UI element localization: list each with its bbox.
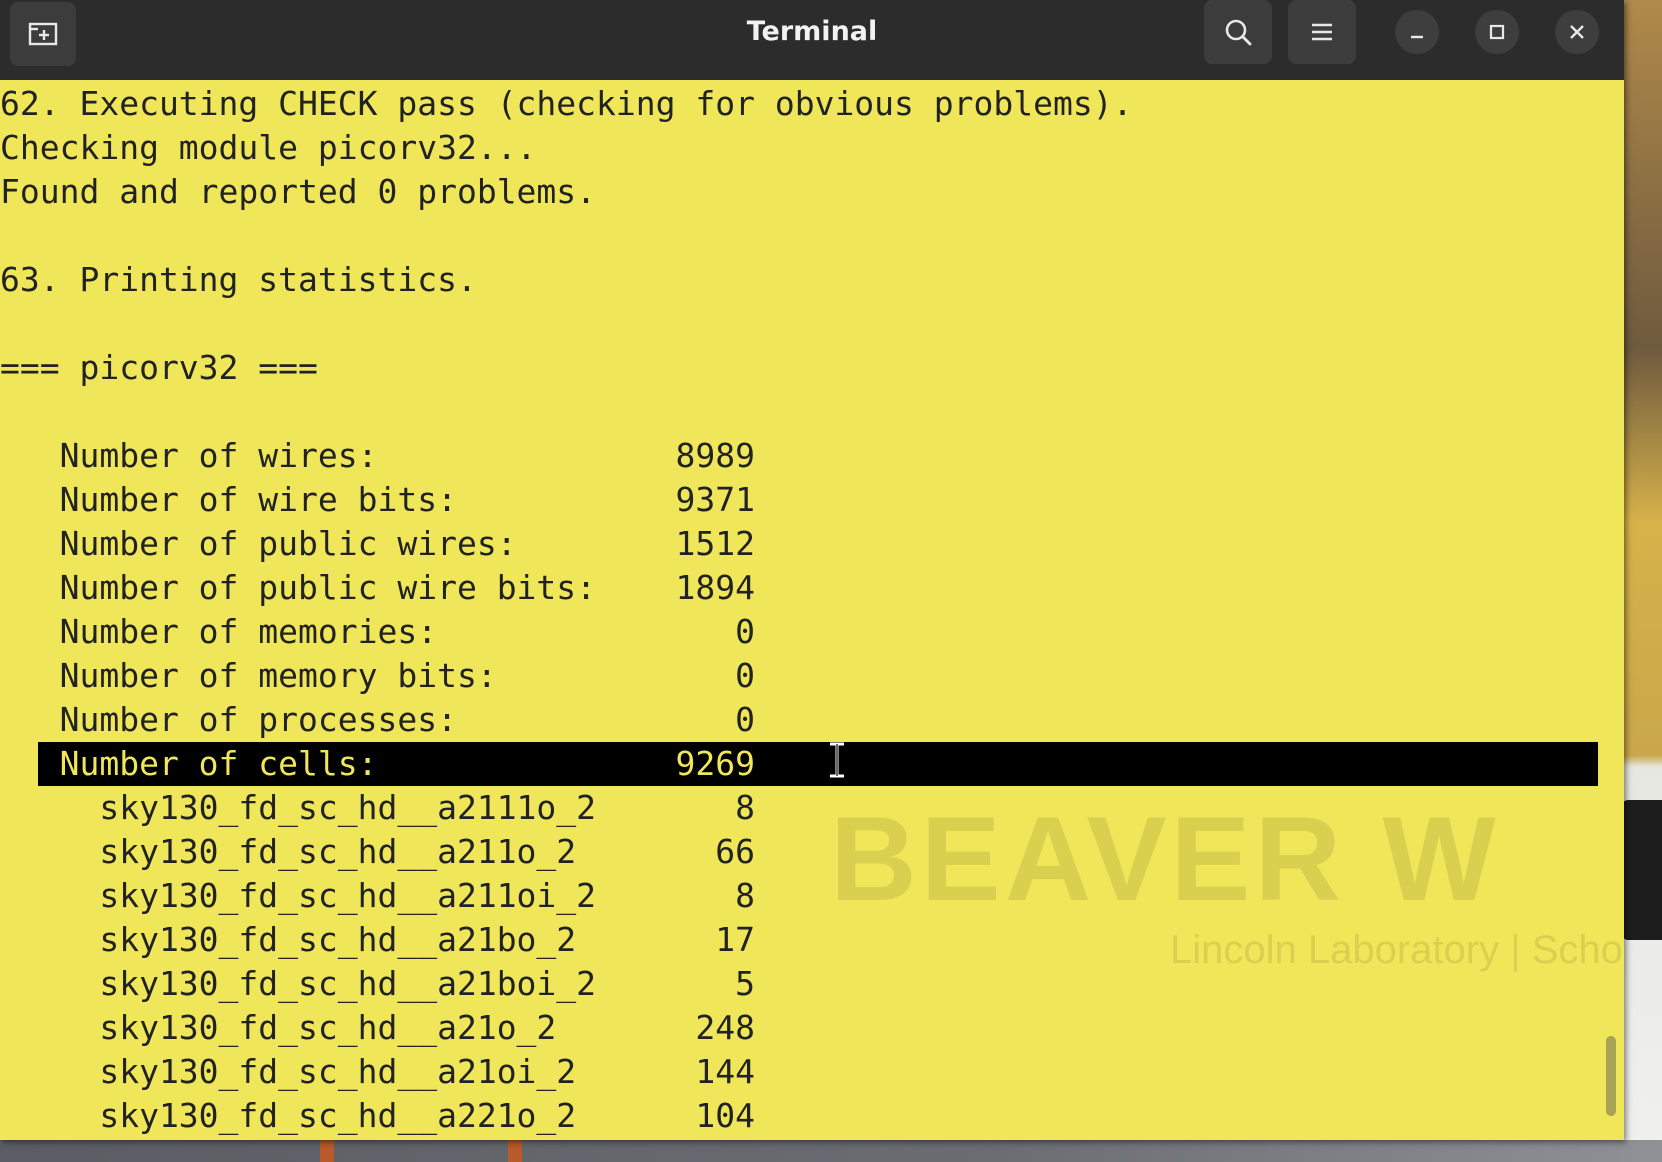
terminal-window: Terminal BEAVER W Lincoln Laboratory | S…: [0, 0, 1624, 1140]
titlebar: Terminal: [0, 0, 1624, 80]
terminal-line-highlighted: Number of cells: 9269: [0, 744, 755, 783]
terminal-line: Number of wire bits: 9371: [0, 480, 755, 519]
terminal-line: sky130_fd_sc_hd__a21bo_2 17: [0, 920, 755, 959]
terminal-output[interactable]: BEAVER W Lincoln Laboratory | School o 6…: [0, 80, 1624, 1140]
terminal-line: sky130_fd_sc_hd__a21oi_2 144: [0, 1052, 755, 1091]
terminal-line: sky130_fd_sc_hd__a21o_2 248: [0, 1008, 755, 1047]
maximize-button[interactable]: [1475, 10, 1519, 54]
wallpaper-graphic: [1622, 800, 1662, 940]
terminal-line: Number of public wire bits: 1894: [0, 568, 755, 607]
terminal-line: Number of wires: 8989: [0, 436, 755, 475]
terminal-line: sky130_fd_sc_hd__a21boi_2 5: [0, 964, 755, 1003]
terminal-line: Number of processes: 0: [0, 700, 755, 739]
new-tab-button[interactable]: [10, 2, 76, 66]
wallpaper-watermark: BEAVER W Lincoln Laboratory | School o: [830, 790, 1624, 973]
watermark-title: BEAVER W: [830, 792, 1500, 926]
scrollbar-thumb[interactable]: [1606, 1036, 1616, 1116]
terminal-line: Found and reported 0 problems.: [0, 172, 597, 211]
wallpaper-graphic: [508, 1140, 522, 1162]
terminal-line: 63. Printing statistics.: [0, 260, 477, 299]
terminal-line: sky130_fd_sc_hd__a211oi_2 8: [0, 876, 755, 915]
search-button[interactable]: [1204, 0, 1272, 64]
desktop-wallpaper: [1620, 0, 1662, 1162]
terminal-line: Checking module picorv32...: [0, 128, 537, 167]
new-tab-icon: [28, 22, 58, 46]
maximize-icon: [1489, 24, 1505, 40]
scrollbar[interactable]: [1604, 80, 1618, 1140]
watermark-subtitle: Lincoln Laboratory | School o: [1170, 928, 1624, 972]
minimize-button[interactable]: [1395, 10, 1439, 54]
close-icon: [1570, 25, 1584, 39]
terminal-line: Number of public wires: 1512: [0, 524, 755, 563]
terminal-line: sky130_fd_sc_hd__a2111o_2 8: [0, 788, 755, 827]
window-title: Terminal: [746, 16, 878, 47]
terminal-line: Number of memory bits: 0: [0, 656, 755, 695]
terminal-line: sky130_fd_sc_hd__a221o_2 104: [0, 1096, 755, 1135]
text-cursor-icon: [830, 742, 844, 778]
terminal-line: === picorv32 ===: [0, 348, 318, 387]
wallpaper-graphic: [320, 1140, 334, 1162]
terminal-line: Number of memories: 0: [0, 612, 755, 651]
search-icon: [1225, 19, 1252, 46]
menu-button[interactable]: [1288, 0, 1356, 64]
terminal-line: sky130_fd_sc_hd__a211o_2 66: [0, 832, 755, 871]
hamburger-menu-icon: [1312, 23, 1332, 41]
close-button[interactable]: [1555, 10, 1599, 54]
desktop-bottom-strip: [0, 1140, 1662, 1162]
minimize-icon: [1411, 35, 1423, 39]
terminal-line: 62. Executing CHECK pass (checking for o…: [0, 84, 1133, 123]
